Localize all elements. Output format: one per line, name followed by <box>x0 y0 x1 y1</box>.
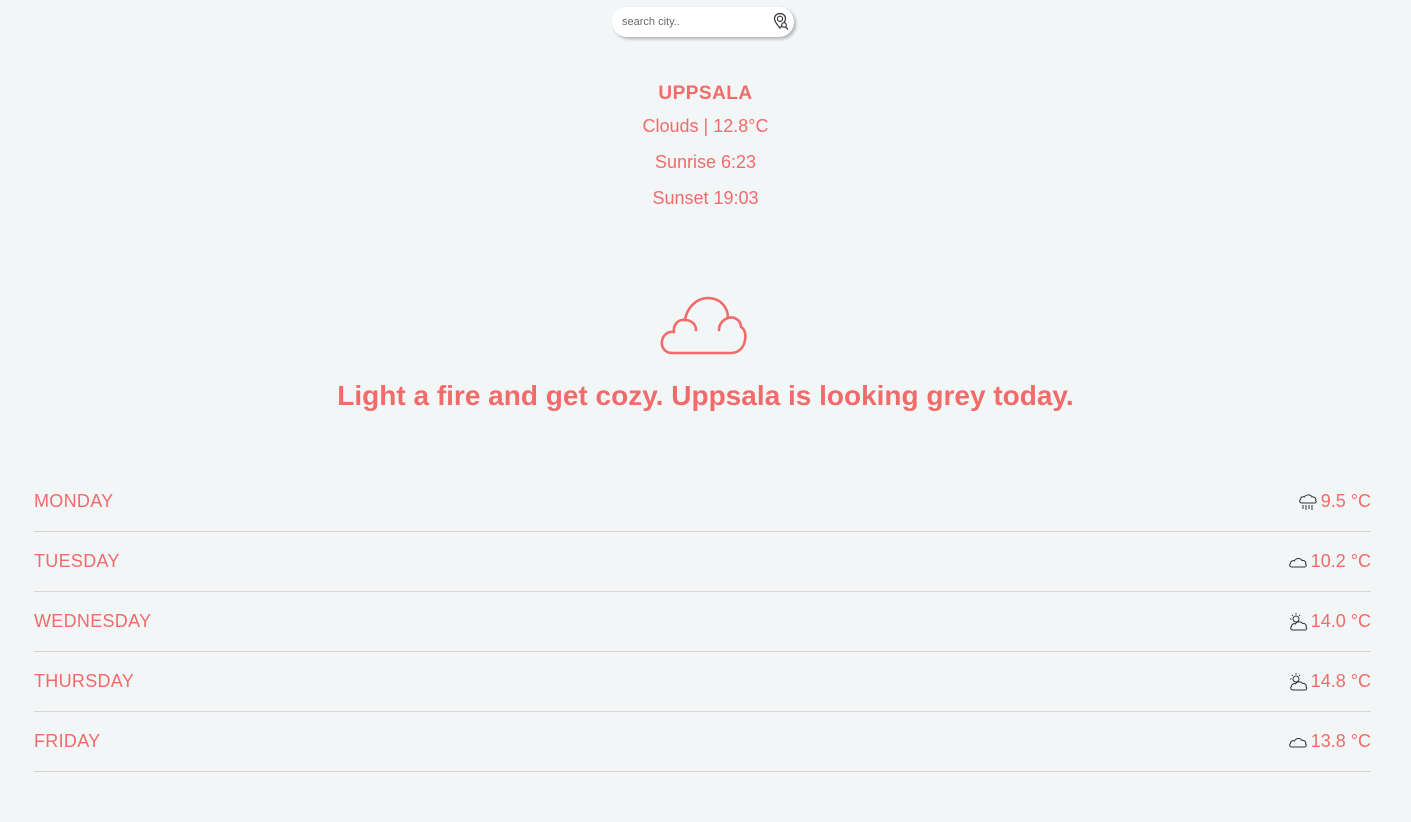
forecast-day: MONDAY <box>34 491 114 511</box>
forecast-day: FRIDAY <box>34 731 101 751</box>
forecast-day: WEDNESDAY <box>34 611 152 631</box>
forecast-temp: 14.0 °C <box>1310 611 1371 631</box>
partly-sunny-icon <box>1289 672 1308 690</box>
current-conditions: Clouds | 12.8°C <box>642 116 769 136</box>
cloud-icon <box>1288 737 1307 747</box>
cloud-icon <box>660 296 747 355</box>
weather-message: Light a fire and get cozy. Uppsala is lo… <box>337 380 1074 411</box>
search-input[interactable] <box>622 14 762 30</box>
forecast-day: TUESDAY <box>34 551 120 571</box>
partly-sunny-icon <box>1289 612 1308 630</box>
sunrise-time: Sunrise 6:23 <box>654 152 757 172</box>
forecast-temp: 14.8 °C <box>1310 671 1371 691</box>
forecast-row: THURSDAY 14.8 °C <box>34 652 1371 712</box>
forecast-row: TUESDAY 10.2 °C <box>34 532 1371 592</box>
forecast-day: THURSDAY <box>34 671 135 691</box>
forecast-temp: 13.8 °C <box>1310 731 1371 751</box>
forecast-list: MONDAY 9.5 °C TUESDAY 10.2 °C WEDNESDAY <box>34 472 1371 772</box>
cloud-icon <box>1288 557 1307 567</box>
forecast-temp: 9.5 °C <box>1320 491 1371 511</box>
forecast-row: WEDNESDAY 14.0 °C <box>34 592 1371 652</box>
forecast-row: MONDAY 9.5 °C <box>34 472 1371 532</box>
forecast-temp: 10.2 °C <box>1310 551 1371 571</box>
search-location-icon[interactable] <box>772 12 790 32</box>
search-bar <box>612 7 794 37</box>
sunset-time: Sunset 19:03 <box>652 188 759 208</box>
forecast-row: FRIDAY 13.8 °C <box>34 712 1371 772</box>
rain-icon <box>1298 493 1317 510</box>
city-name: UPPSALA <box>658 83 753 104</box>
current-weather: UPPSALA Clouds | 12.8°C Sunrise 6:23 Sun… <box>0 80 1411 216</box>
